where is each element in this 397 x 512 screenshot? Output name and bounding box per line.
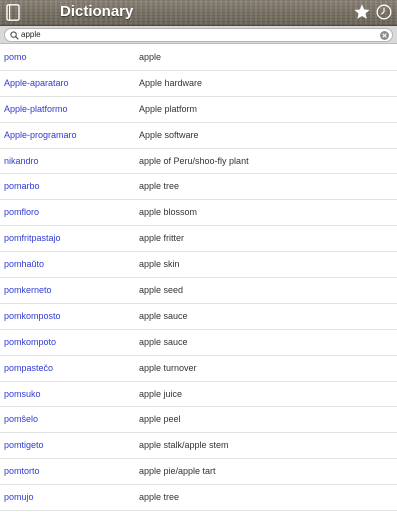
list-item[interactable]: pomhaŭto apple skin [0, 252, 397, 279]
term-link[interactable]: pomfloro [4, 207, 39, 217]
translation-text: apple sauce [139, 310, 188, 321]
clock-icon[interactable] [376, 4, 392, 20]
translation-text: apple seed [139, 285, 184, 296]
term-link[interactable]: pomkomposto [4, 311, 61, 321]
top-bar: Dictionary [0, 0, 397, 26]
translation-text: apple turnover [139, 362, 197, 373]
translation-text: apple skin [139, 259, 180, 270]
translation-text: apple juice [139, 388, 183, 399]
translation-text: apple of Peru/shoo-fly plant [139, 155, 249, 166]
term-link[interactable]: Apple-platformo [4, 104, 68, 114]
list-item[interactable]: pomkerneto apple seed [0, 278, 397, 304]
list-item[interactable]: Apple-programaro Apple software [0, 123, 397, 149]
term-link[interactable]: nikandro [4, 156, 39, 166]
list-item[interactable]: pompastečo apple turnover [0, 356, 397, 382]
translation-text: apple [139, 52, 162, 62]
term-link[interactable]: pomŝelo [4, 414, 38, 424]
list-item[interactable]: pomfritpastajo apple fritter [0, 226, 397, 253]
list-item[interactable]: pomo apple [0, 45, 397, 71]
term-link[interactable]: pomhaŭto [4, 259, 44, 269]
term-link[interactable]: Apple-programaro [4, 130, 77, 140]
translation-text: apple pie/apple tart [139, 466, 216, 477]
term-link[interactable]: pomujo [4, 492, 34, 502]
term-link[interactable]: pompastečo [4, 363, 53, 373]
list-item[interactable]: pomkomposto apple sauce [0, 304, 397, 330]
term-link[interactable]: pomkerneto [4, 285, 52, 295]
translation-text: apple blossom [139, 207, 198, 218]
list-item[interactable]: pomtigeto apple stalk/apple stem [0, 433, 397, 460]
search-input[interactable] [21, 29, 371, 41]
translation-text: Apple platform [139, 103, 198, 114]
list-item[interactable]: pomsuko apple juice [0, 382, 397, 408]
list-item[interactable]: pomkompoto apple sauce [0, 330, 397, 356]
search-bar [0, 26, 397, 44]
translation-text: apple tree [139, 492, 180, 503]
term-link[interactable]: Apple-aparataro [4, 78, 69, 88]
term-link[interactable]: pomsuko [4, 389, 41, 399]
search-field[interactable] [4, 28, 393, 42]
term-link[interactable]: pomtigeto [4, 440, 44, 450]
results-list: pomo apple Apple-aparataro Apple hardware … [0, 45, 397, 512]
list-item[interactable]: pomarbo apple tree [0, 174, 397, 201]
translation-text: apple peel [139, 414, 181, 425]
term-link[interactable]: pomtorto [4, 466, 40, 476]
list-item[interactable]: pomfloro apple blossom [0, 200, 397, 227]
term-link[interactable]: pomfritpastajo [4, 233, 61, 243]
term-link[interactable]: pomo [4, 52, 27, 62]
translation-text: Apple hardware [139, 77, 203, 88]
term-link[interactable]: pomarbo [4, 181, 40, 191]
list-item[interactable]: pomujo apple tree [0, 485, 397, 512]
translation-text: apple sauce [139, 336, 188, 347]
list-item[interactable]: pomtorto apple pie/apple tart [0, 459, 397, 486]
term-link[interactable]: pomkompoto [4, 337, 56, 347]
clear-icon[interactable] [380, 31, 389, 40]
translation-text: apple fritter [139, 233, 185, 244]
list-item[interactable]: Apple-platformo Apple platform [0, 97, 397, 123]
list-item[interactable]: pomŝelo apple peel [0, 407, 397, 434]
translation-text: apple stalk/apple stem [139, 440, 229, 451]
search-icon [10, 31, 19, 40]
star-icon[interactable] [353, 3, 371, 21]
translation-text: apple tree [139, 181, 180, 192]
book-icon[interactable] [6, 4, 20, 21]
list-item[interactable]: Apple-aparataro Apple hardware [0, 71, 397, 97]
translation-text: Apple software [139, 129, 199, 140]
list-item[interactable]: nikandro apple of Peru/shoo-fly plant [0, 149, 397, 175]
page-title: Dictionary [60, 3, 134, 20]
